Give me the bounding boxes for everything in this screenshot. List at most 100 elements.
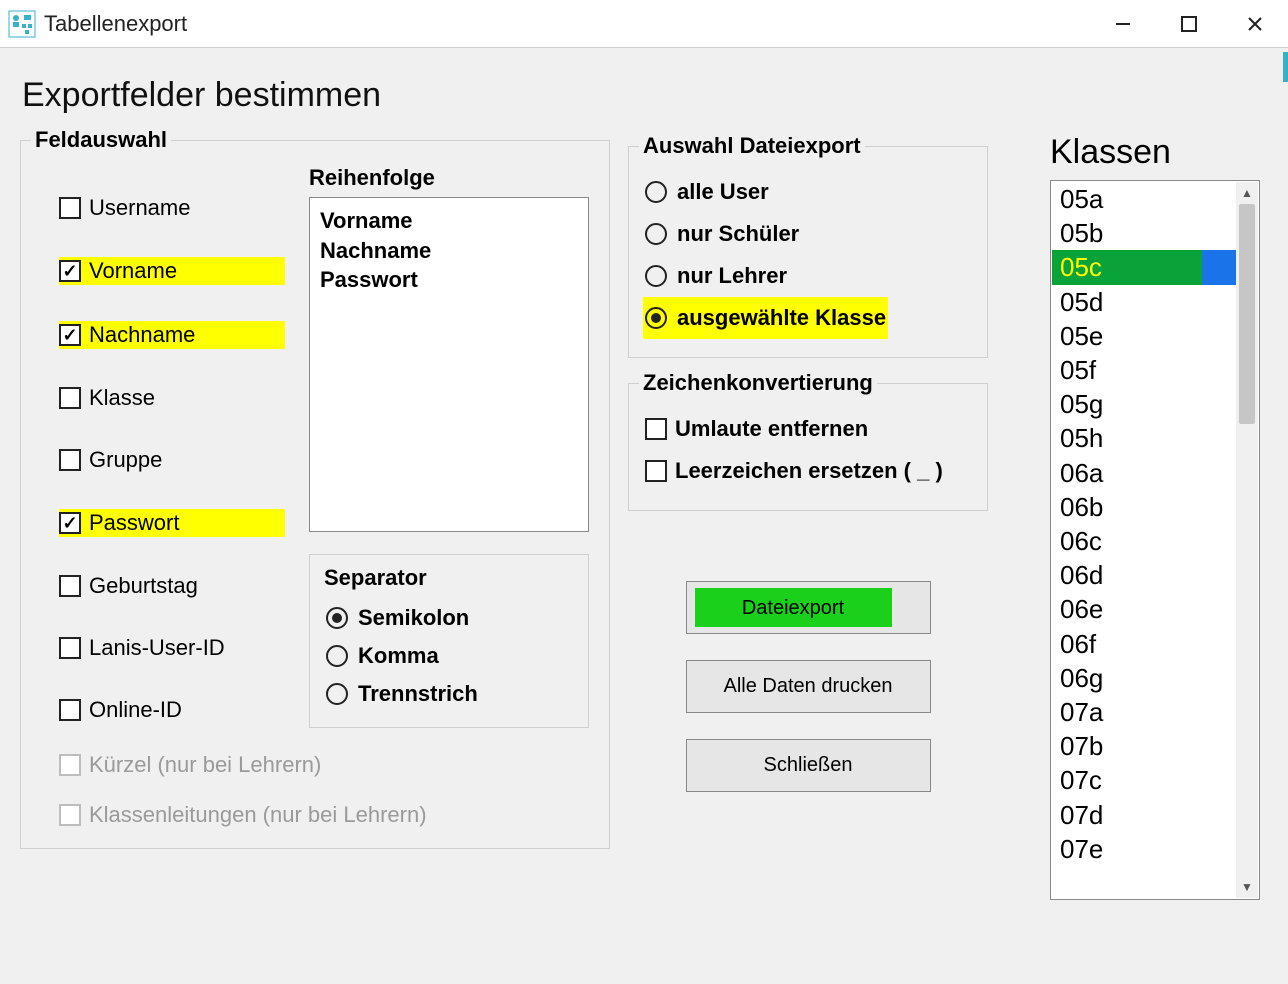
field-checkbox-online-id[interactable]: Online-ID: [59, 697, 285, 723]
radio-icon: [645, 181, 667, 203]
scroll-down-icon[interactable]: ▼: [1236, 876, 1258, 898]
checkbox-label: Vorname: [89, 258, 177, 284]
maximize-button[interactable]: [1156, 0, 1222, 48]
checkbox-icon: [59, 699, 81, 721]
radio-label: alle User: [677, 179, 769, 205]
checkbox-label: Klasse: [89, 385, 155, 411]
checkbox-label: Lanis-User-ID: [89, 635, 225, 661]
reihenfolge-label: Reihenfolge: [309, 165, 595, 191]
dateiexport-button[interactable]: Dateiexport: [686, 581, 931, 634]
klassen-item[interactable]: 05b: [1052, 216, 1236, 250]
klassen-item[interactable]: 05c: [1052, 250, 1236, 284]
checkbox-label: Geburtstag: [89, 573, 198, 599]
field-checkbox-gruppe[interactable]: Gruppe: [59, 447, 285, 473]
separator-option-semikolon[interactable]: Semikolon: [324, 599, 574, 637]
export-scope-alle-user[interactable]: alle User: [643, 171, 973, 213]
radio-icon: [326, 683, 348, 705]
klassen-listbox[interactable]: 05a05b05c05d05e05f05g05h06a06b06c06d06e0…: [1050, 180, 1260, 900]
field-checkbox-lanis-user-id[interactable]: Lanis-User-ID: [59, 635, 285, 661]
checkbox-icon: [59, 512, 81, 534]
radio-label: ausgewählte Klasse: [677, 305, 886, 331]
klassen-item[interactable]: 06c: [1052, 524, 1236, 558]
klassen-item[interactable]: 06g: [1052, 661, 1236, 695]
klassen-item[interactable]: 06b: [1052, 490, 1236, 524]
field-checkbox-klasse[interactable]: Klasse: [59, 385, 285, 411]
order-item: Vorname: [320, 206, 578, 236]
klassen-item[interactable]: 06d: [1052, 558, 1236, 592]
radio-icon: [645, 265, 667, 287]
checkbox-icon: [59, 804, 81, 826]
page-title: Exportfelder bestimmen: [22, 76, 1270, 115]
separator-group: Separator Semikolon Komma Trennstrich: [309, 554, 589, 728]
klassen-item[interactable]: 07c: [1052, 763, 1236, 797]
checkbox-label: Gruppe: [89, 447, 162, 473]
checkbox-icon: [645, 460, 667, 482]
checkbox-icon: [59, 197, 81, 219]
feldauswahl-group: Feldauswahl UsernameVornameNachnameKlass…: [20, 127, 610, 849]
separator-legend: Separator: [324, 565, 574, 591]
checkbox-icon: [59, 260, 81, 282]
radio-icon: [645, 223, 667, 245]
klassen-item[interactable]: 07d: [1052, 798, 1236, 832]
checkbox-icon: [59, 387, 81, 409]
klassen-item[interactable]: 06f: [1052, 627, 1236, 661]
klassen-item[interactable]: 05h: [1052, 421, 1236, 455]
radio-label: nur Lehrer: [677, 263, 787, 289]
klassen-item[interactable]: 05d: [1052, 285, 1236, 319]
close-button[interactable]: [1222, 0, 1288, 48]
print-button[interactable]: Alle Daten drucken: [686, 660, 931, 713]
zeichen-legend: Zeichenkonvertierung: [639, 370, 877, 396]
klassen-item[interactable]: 07e: [1052, 832, 1236, 866]
checkbox-icon: [645, 418, 667, 440]
checkbox-label: Leerzeichen ersetzen ( _ ): [675, 458, 943, 484]
checkbox-label: Kürzel (nur bei Lehrern): [89, 752, 321, 778]
radio-label: Komma: [358, 643, 439, 669]
field-checkbox-vorname[interactable]: Vorname: [59, 257, 285, 285]
scroll-thumb[interactable]: [1239, 204, 1255, 424]
field-checkbox-passwort[interactable]: Passwort: [59, 509, 285, 537]
separator-option-trennstrich[interactable]: Trennstrich: [324, 675, 574, 713]
klassen-scrollbar[interactable]: ▲ ▼: [1236, 182, 1258, 898]
order-item: Nachname: [320, 236, 578, 266]
field-checkbox-k-rzel-nur-bei-lehrern-: Kürzel (nur bei Lehrern): [35, 752, 595, 778]
field-checkbox-username[interactable]: Username: [59, 195, 285, 221]
dateiexport-legend: Auswahl Dateiexport: [639, 133, 865, 159]
export-scope-ausgew-hlte-klasse[interactable]: ausgewählte Klasse: [643, 297, 888, 339]
separator-option-komma[interactable]: Komma: [324, 637, 574, 675]
checkbox-label: Nachname: [89, 322, 195, 348]
checkbox-icon: [59, 324, 81, 346]
field-checkbox-nachname[interactable]: Nachname: [59, 321, 285, 349]
export-scope-nur-lehrer[interactable]: nur Lehrer: [643, 255, 973, 297]
klassen-item[interactable]: 05a: [1052, 182, 1236, 216]
checkbox-label: Passwort: [89, 510, 179, 536]
dateiexport-group: Auswahl Dateiexport alle User nur Schüler…: [628, 133, 988, 358]
klassen-item[interactable]: 06a: [1052, 456, 1236, 490]
app-icon: [8, 10, 36, 38]
radio-icon: [645, 307, 667, 329]
radio-icon: [326, 607, 348, 629]
zeichen-option-leerzeichen-ersetzen-[interactable]: Leerzeichen ersetzen ( _ ): [643, 450, 973, 492]
checkbox-label: Online-ID: [89, 697, 182, 723]
klassen-item[interactable]: 05e: [1052, 319, 1236, 353]
export-scope-nur-sch-ler[interactable]: nur Schüler: [643, 213, 973, 255]
close-dialog-button[interactable]: Schließen: [686, 739, 931, 792]
checkbox-label: Username: [89, 195, 190, 221]
radio-label: nur Schüler: [677, 221, 799, 247]
klassen-item[interactable]: 05g: [1052, 387, 1236, 421]
window-title: Tabellenexport: [44, 11, 1090, 37]
klassen-item[interactable]: 05f: [1052, 353, 1236, 387]
field-checkbox-geburtstag[interactable]: Geburtstag: [59, 573, 285, 599]
dateiexport-button-label: Dateiexport: [695, 588, 892, 627]
klassen-item[interactable]: 07b: [1052, 729, 1236, 763]
klassen-item[interactable]: 06e: [1052, 592, 1236, 626]
zeichen-option-umlaute-entfernen[interactable]: Umlaute entfernen: [643, 408, 973, 450]
klassen-item[interactable]: 07a: [1052, 695, 1236, 729]
checkbox-icon: [59, 637, 81, 659]
scroll-up-icon[interactable]: ▲: [1236, 182, 1258, 204]
radio-label: Semikolon: [358, 605, 469, 631]
checkbox-label: Umlaute entfernen: [675, 416, 868, 442]
field-checkbox-klassenleitungen-nur-bei-lehrern-: Klassenleitungen (nur bei Lehrern): [35, 802, 595, 828]
zeichen-group: Zeichenkonvertierung Umlaute entfernen Le…: [628, 370, 988, 511]
minimize-button[interactable]: [1090, 0, 1156, 48]
reihenfolge-list[interactable]: VornameNachnamePasswort: [309, 197, 589, 532]
